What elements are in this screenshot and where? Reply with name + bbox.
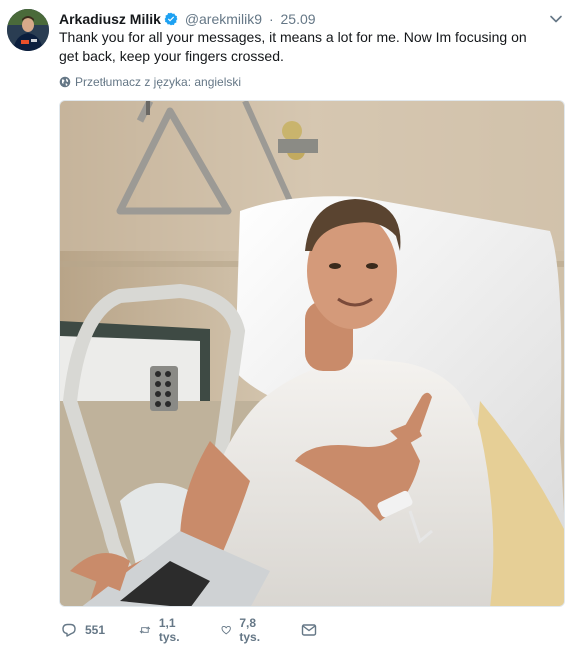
- direct-message-icon: [301, 624, 317, 636]
- tweet-photo[interactable]: [59, 100, 565, 607]
- avatar[interactable]: [7, 9, 49, 51]
- reply-count: 551: [85, 623, 106, 637]
- globe-icon: [59, 76, 71, 88]
- direct-message-button[interactable]: [301, 619, 325, 641]
- author-handle[interactable]: @arekmilik9: [185, 11, 262, 27]
- tweet-date[interactable]: 25.09: [281, 11, 316, 27]
- hospital-bed-photo: [60, 101, 564, 606]
- reply-button[interactable]: 551: [61, 619, 105, 641]
- avatar-image: [7, 9, 49, 51]
- chevron-down-icon[interactable]: [549, 12, 563, 26]
- like-count: 7,8 tys.: [239, 616, 261, 644]
- translate-link[interactable]: Przetłumacz z języka: angielski: [59, 75, 241, 89]
- author-name[interactable]: Arkadiusz Milik: [59, 11, 161, 27]
- separator-dot: ·: [268, 11, 274, 27]
- tweet-text: Thank you for all your messages, it mean…: [59, 29, 527, 64]
- retweet-count: 1,1 tys.: [158, 616, 180, 644]
- like-button[interactable]: 7,8 tys.: [221, 616, 266, 644]
- verified-badge-icon: [164, 12, 178, 26]
- like-heart-icon: [221, 625, 231, 635]
- translate-label: Przetłumacz z języka: angielski: [75, 75, 242, 89]
- reply-icon: [62, 623, 76, 637]
- retweet-icon: [139, 626, 151, 634]
- tweet-header: Arkadiusz Milik @arekmilik9 · 25.09: [59, 10, 555, 28]
- retweet-button[interactable]: 1,1 tys.: [139, 616, 186, 644]
